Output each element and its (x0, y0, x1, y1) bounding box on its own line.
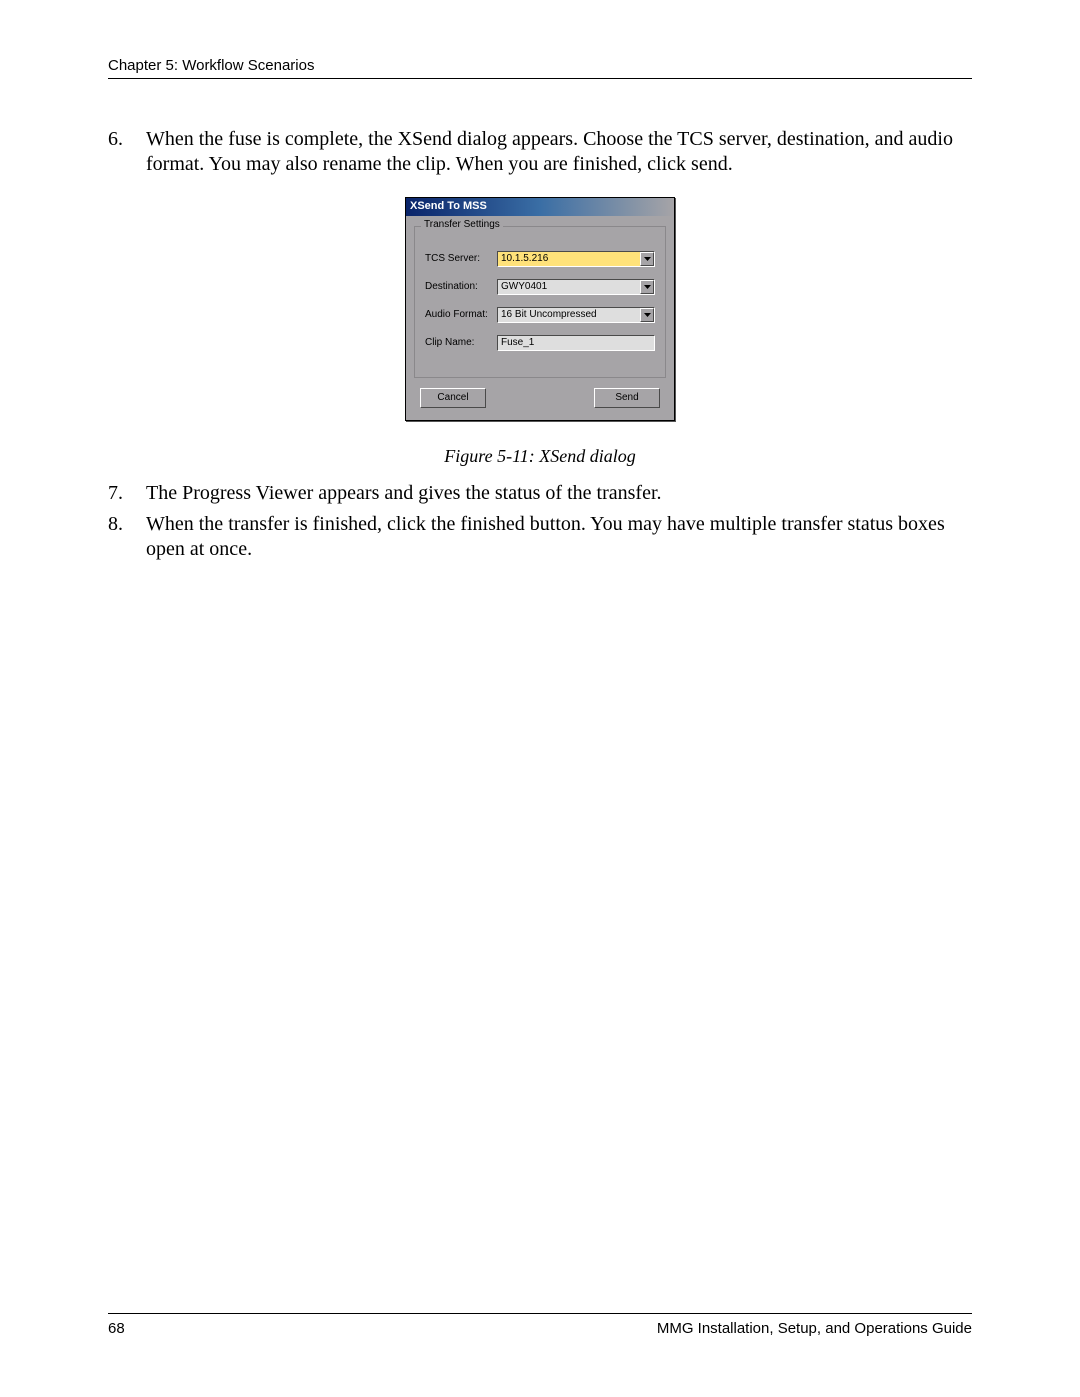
list-item: 6. When the fuse is complete, the XSend … (108, 127, 972, 177)
tcs-server-value: 10.1.5.216 (501, 253, 548, 266)
chevron-down-icon[interactable] (640, 280, 654, 294)
cancel-button[interactable]: Cancel (420, 388, 486, 408)
destination-value: GWY0401 (501, 281, 547, 294)
audio-format-value: 16 Bit Uncompressed (501, 309, 597, 322)
chapter-title: Chapter 5: Workflow Scenarios (108, 57, 314, 74)
transfer-settings-group: Transfer Settings TCS Server: 10.1.5.216 (414, 226, 666, 378)
clip-name-input[interactable]: Fuse_1 (497, 335, 655, 351)
tcs-server-label: TCS Server: (425, 253, 497, 266)
chevron-down-icon[interactable] (640, 308, 654, 322)
tcs-server-combobox[interactable]: 10.1.5.216 (497, 251, 655, 267)
list-text: When the fuse is complete, the XSend dia… (146, 127, 972, 177)
instruction-list: 6. When the fuse is complete, the XSend … (108, 127, 972, 562)
destination-label: Destination: (425, 281, 497, 294)
page-number: 68 (108, 1320, 125, 1337)
tcs-server-row: TCS Server: 10.1.5.216 (425, 251, 655, 267)
figure-caption: Figure 5-11: XSend dialog (444, 445, 635, 468)
list-item: 8. When the transfer is finished, click … (108, 512, 972, 562)
audio-format-row: Audio Format: 16 Bit Uncompressed (425, 307, 655, 323)
list-number: 8. (108, 512, 146, 562)
audio-format-combobox[interactable]: 16 Bit Uncompressed (497, 307, 655, 323)
xsend-dialog: XSend To MSS Transfer Settings TCS Serve… (405, 197, 675, 421)
clip-name-value: Fuse_1 (501, 337, 534, 350)
clip-name-label: Clip Name: (425, 337, 497, 350)
list-number: 6. (108, 127, 146, 177)
guide-title: MMG Installation, Setup, and Operations … (657, 1320, 972, 1337)
dialog-button-bar: Cancel Send (414, 378, 666, 414)
chevron-down-icon[interactable] (640, 252, 654, 266)
page-header: Chapter 5: Workflow Scenarios (108, 57, 972, 79)
group-legend: Transfer Settings (421, 219, 503, 232)
list-item: 7. The Progress Viewer appears and gives… (108, 481, 972, 506)
list-number: 7. (108, 481, 146, 506)
figure: XSend To MSS Transfer Settings TCS Serve… (108, 197, 972, 467)
page-footer: 68 MMG Installation, Setup, and Operatio… (108, 1313, 972, 1337)
send-button[interactable]: Send (594, 388, 660, 408)
destination-row: Destination: GWY0401 (425, 279, 655, 295)
clip-name-row: Clip Name: Fuse_1 (425, 335, 655, 351)
destination-combobox[interactable]: GWY0401 (497, 279, 655, 295)
list-text: The Progress Viewer appears and gives th… (146, 481, 972, 506)
dialog-title: XSend To MSS (406, 198, 674, 216)
audio-format-label: Audio Format: (425, 309, 497, 322)
list-text: When the transfer is finished, click the… (146, 512, 972, 562)
